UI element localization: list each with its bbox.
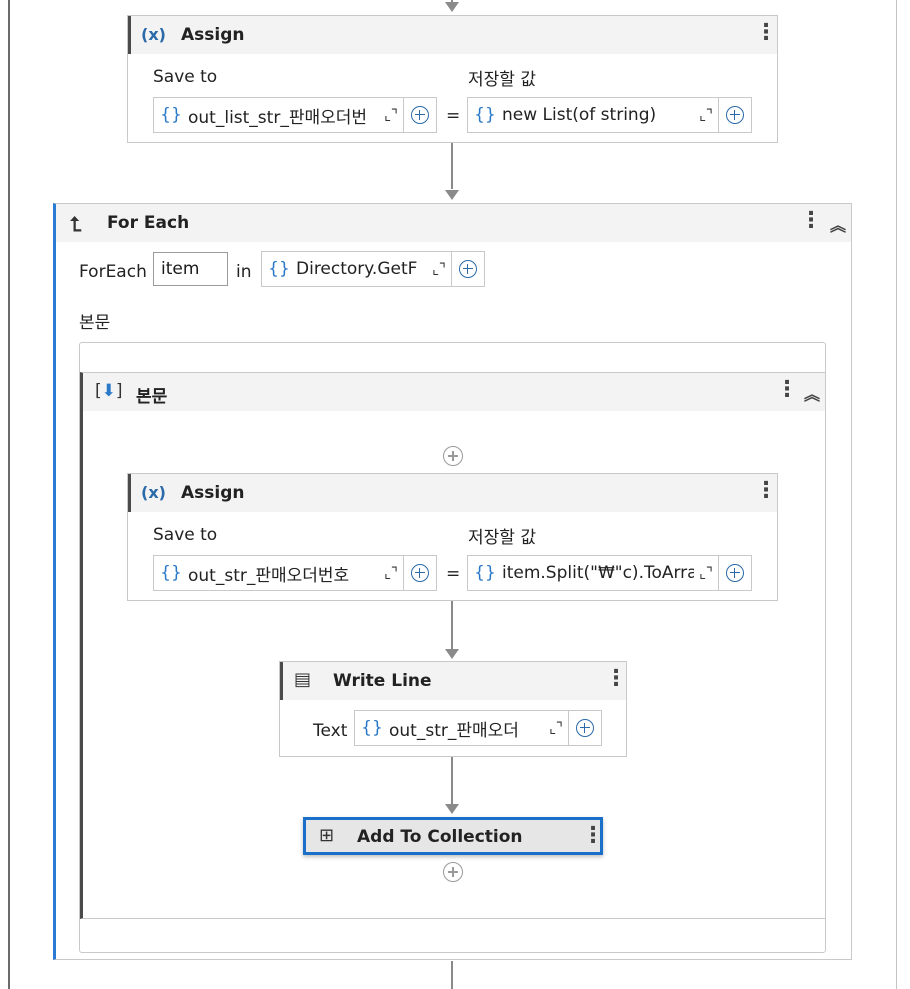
variable-icon: (x) — [141, 483, 166, 502]
writeline-icon: ▤ — [294, 669, 312, 690]
plus-circle-icon — [576, 719, 594, 737]
expression-brace-icon: {} — [361, 718, 383, 738]
add-plus-button[interactable] — [718, 556, 751, 590]
plus-circle-icon — [726, 564, 744, 582]
expression-brace-icon: {} — [160, 563, 182, 583]
expand-icon[interactable]: ⌞⌝ — [544, 719, 568, 737]
add-to-collection-activity[interactable]: ⊞ Add To Collection ⋮ — [303, 817, 604, 855]
value-label: 저장할 값 — [468, 528, 536, 548]
assign-to-field[interactable]: {} out_str_판매오더번호 ⌞⌝ — [153, 555, 437, 591]
connector-arrow — [445, 804, 459, 814]
equals-sign: = — [446, 564, 461, 584]
assign-title: Assign — [181, 25, 245, 45]
save-to-label: Save to — [153, 525, 218, 545]
expand-icon[interactable]: ⌞⌝ — [379, 106, 403, 124]
writeline-title: Write Line — [333, 671, 432, 691]
body-label: 본문 — [79, 313, 111, 333]
connector — [451, 601, 453, 649]
sequence-title: 본문 — [136, 387, 168, 407]
writeline-header[interactable] — [280, 662, 626, 700]
expand-icon[interactable]: ⌞⌝ — [379, 564, 403, 582]
more-options-icon[interactable]: ⋮ — [776, 379, 798, 401]
plus-circle-icon — [411, 564, 429, 582]
assign-value: new List(of string) — [502, 105, 657, 125]
writeline-activity[interactable]: ▤ Write Line ⋮ Text {} out_str_판매오더 ⌞⌝ — [279, 661, 627, 757]
more-options-icon[interactable]: ⋮ — [755, 480, 777, 502]
plus-circle-icon — [411, 106, 429, 124]
connector-bottom — [451, 961, 453, 989]
more-options-icon[interactable]: ⋮ — [800, 210, 822, 232]
value-label: 저장할 값 — [468, 70, 536, 90]
more-options-icon[interactable]: ⋮ — [755, 22, 777, 44]
assign-to-value: out_list_str_판매오더번 — [188, 107, 368, 128]
variable-icon: (x) — [141, 25, 166, 44]
expression-brace-icon: {} — [474, 563, 496, 583]
assign-to-field[interactable]: {} out_list_str_판매오더번 ⌞⌝ — [153, 97, 437, 133]
expression-brace-icon: {} — [160, 105, 182, 125]
more-options-icon[interactable]: ⋮ — [605, 668, 627, 690]
collapse-icon[interactable]: ︽ — [830, 212, 846, 236]
assign-activity-1[interactable]: (x) Assign ⋮ Save to 저장할 값 {} out_list_s… — [127, 15, 778, 143]
outer-right-border — [896, 0, 897, 989]
save-to-label: Save to — [153, 67, 218, 87]
connector — [451, 143, 453, 189]
assign-to-value: out_str_판매오더번호 — [188, 565, 350, 586]
text-field[interactable]: {} out_str_판매오더 ⌞⌝ — [354, 710, 602, 746]
add-plus-button[interactable] — [403, 98, 436, 132]
in-label: in — [236, 262, 252, 282]
text-value: out_str_판매오더 — [389, 720, 519, 741]
sequence-icon: [⬇] — [95, 381, 123, 401]
assign-title: Assign — [181, 483, 245, 503]
connector-arrow-top — [445, 2, 459, 12]
item-variable-input[interactable]: item — [153, 252, 228, 286]
connector — [451, 757, 453, 804]
add-plus-button[interactable] — [568, 711, 601, 745]
collection-value: Directory.GetF — [296, 259, 418, 279]
expand-icon[interactable]: ⌞⌝ — [427, 260, 451, 278]
add-plus-button[interactable] — [403, 556, 436, 590]
text-label: Text — [313, 721, 348, 741]
plus-circle-icon — [459, 260, 477, 278]
sequence-header[interactable] — [83, 373, 825, 411]
equals-sign: = — [446, 106, 461, 126]
assign-value: item.Split("₩"c).ToArra — [502, 563, 694, 583]
collapse-icon[interactable]: ︽ — [804, 381, 820, 405]
add-plus-button[interactable] — [718, 98, 751, 132]
connector-arrow — [445, 649, 459, 659]
expand-icon[interactable]: ⌞⌝ — [694, 564, 718, 582]
insert-activity-icon[interactable] — [443, 446, 463, 466]
add-to-collection-title: Add To Collection — [357, 827, 523, 847]
more-options-icon[interactable]: ⋮ — [582, 825, 604, 847]
add-to-collection-icon: ⊞ — [319, 825, 335, 846]
foreach-label: ForEach — [79, 262, 147, 282]
collection-field[interactable]: {} Directory.GetF ⌞⌝ — [261, 251, 485, 287]
insert-activity-icon[interactable] — [443, 862, 463, 882]
assign-activity-2[interactable]: (x) Assign ⋮ Save to 저장할 값 {} out_str_판매… — [127, 473, 778, 601]
plus-circle-icon — [726, 106, 744, 124]
expression-brace-icon: {} — [474, 105, 496, 125]
connector-arrow — [445, 190, 459, 200]
foreach-title: For Each — [107, 213, 190, 233]
expand-icon[interactable]: ⌞⌝ — [694, 106, 718, 124]
assign-value-field[interactable]: {} item.Split("₩"c).ToArra ⌞⌝ — [467, 555, 752, 591]
assign-value-field[interactable]: {} new List(of string) ⌞⌝ — [467, 97, 752, 133]
foreach-icon: ⮤ — [70, 212, 82, 236]
expression-brace-icon: {} — [268, 259, 290, 279]
add-plus-button[interactable] — [451, 252, 484, 286]
outer-left-border — [8, 0, 10, 989]
